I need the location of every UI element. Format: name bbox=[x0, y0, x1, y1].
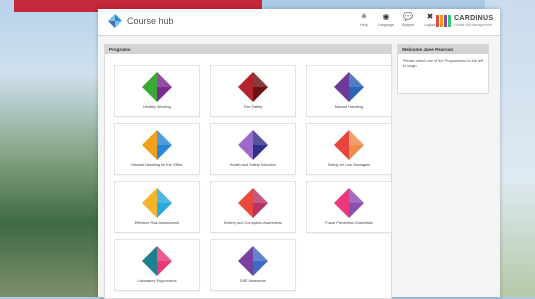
course-diamond-icon bbox=[334, 130, 364, 160]
brand-name: CARDINUS bbox=[454, 15, 494, 22]
toolbar-label: Language bbox=[378, 23, 394, 27]
cardinus-logo: CARDINUS Global risk management bbox=[436, 15, 493, 27]
course-card[interactable]: Health and Safety Induction bbox=[210, 123, 296, 175]
course-card[interactable]: Laboratory Ergonomics bbox=[114, 239, 200, 291]
course-diamond-icon bbox=[142, 72, 172, 102]
course-name: Fire Safety bbox=[243, 105, 263, 109]
course-name: Fraud Prevention Essentials bbox=[325, 221, 373, 225]
course-name: Manual Handling bbox=[334, 105, 364, 109]
app-title: Course hub bbox=[127, 16, 174, 26]
help-icon: ✳ bbox=[360, 12, 368, 21]
toolbar-label: Help bbox=[360, 23, 368, 27]
course-card[interactable]: Bribery and Corruption Awareness bbox=[210, 181, 296, 233]
toolbar-label: Logout bbox=[424, 23, 436, 27]
course-name: Bribery and Corruption Awareness bbox=[224, 221, 282, 225]
course-diamond-icon bbox=[238, 188, 268, 218]
welcome-message: Please select one of the Programmes to t… bbox=[403, 59, 483, 68]
course-diamond-icon bbox=[334, 188, 364, 218]
course-card[interactable]: Manual Handling for the Office bbox=[114, 123, 200, 175]
background-landscape bbox=[0, 0, 100, 297]
course-card[interactable]: Fire Safety bbox=[210, 65, 296, 117]
course-diamond-icon bbox=[142, 130, 172, 160]
course-card[interactable]: Effective Risk Assessment bbox=[114, 181, 200, 233]
course-diamond-icon bbox=[142, 188, 172, 218]
brand-bar bbox=[448, 15, 451, 27]
course-card[interactable]: Healthy Working bbox=[114, 65, 200, 117]
toolbar-support-button[interactable]: 💬 Support bbox=[397, 12, 419, 27]
welcome-panel: Welcome Jane Pearson Please select one o… bbox=[397, 44, 489, 94]
course-hub-logo-icon bbox=[108, 14, 122, 28]
course-name: Effective Risk Assessment bbox=[134, 221, 180, 225]
toolbar-language-button[interactable]: ◉ Language bbox=[375, 12, 397, 27]
support-icon: 💬 bbox=[403, 12, 413, 21]
course-name: Healthy Working bbox=[143, 105, 171, 109]
course-card[interactable]: DSE Assessors bbox=[210, 239, 296, 291]
course-name: DSE Assessors bbox=[239, 279, 267, 283]
logout-icon: ✖ bbox=[426, 12, 434, 21]
course-card[interactable]: Safety for Line Managers bbox=[306, 123, 392, 175]
brand-tagline: Global risk management bbox=[454, 23, 492, 27]
course-card[interactable]: Fraud Prevention Essentials bbox=[306, 181, 392, 233]
course-card[interactable]: Manual Handling bbox=[306, 65, 392, 117]
top-bar: Course hub ✳ Help ◉ Language 💬 Support ✖ Logout… bbox=[98, 9, 500, 36]
course-name: Health and Safety Induction bbox=[229, 163, 277, 167]
welcome-title: Welcome Jane Pearson bbox=[398, 45, 488, 54]
course-diamond-icon bbox=[238, 130, 268, 160]
course-name: Manual Handling for the Office bbox=[131, 163, 183, 167]
course-diamond-icon bbox=[238, 72, 268, 102]
language-icon: ◉ bbox=[382, 12, 390, 21]
brand-bar bbox=[436, 15, 439, 27]
course-hub-logo[interactable]: Course hub bbox=[108, 14, 174, 28]
course-diamond-icon bbox=[334, 72, 364, 102]
toolbar-help-button[interactable]: ✳ Help bbox=[353, 12, 375, 27]
brand-bar bbox=[440, 15, 443, 27]
course-name: Laboratory Ergonomics bbox=[137, 279, 177, 283]
course-hub-window: Course hub ✳ Help ◉ Language 💬 Support ✖ Logout… bbox=[98, 9, 500, 299]
toolbar-label: Support bbox=[401, 23, 415, 27]
brand-bar bbox=[444, 15, 447, 27]
programmes-title: Programs bbox=[105, 45, 391, 54]
course-name: Safety for Line Managers bbox=[327, 163, 371, 167]
course-diamond-icon bbox=[142, 246, 172, 276]
programmes-panel: Programs Healthy Working Fire Safety Manua… bbox=[104, 44, 392, 299]
course-diamond-icon bbox=[238, 246, 268, 276]
